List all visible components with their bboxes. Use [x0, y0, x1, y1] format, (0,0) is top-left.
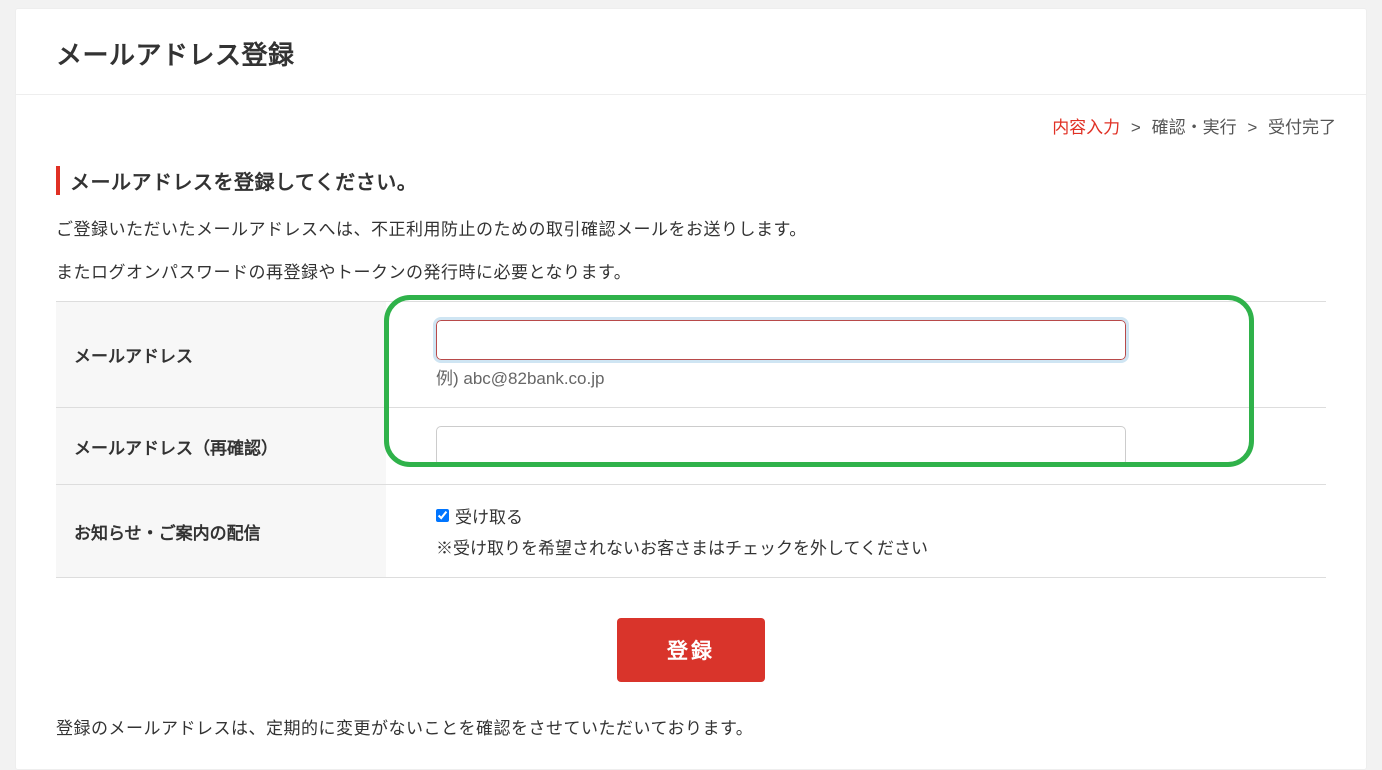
description-line-1: ご登録いただいたメールアドレスへは、不正利用防止のための取引確認メールをお送りし… — [56, 215, 1326, 240]
form-wrapper: メールアドレス 例) abc@82bank.co.jp メールアドレス（再確認）… — [56, 301, 1326, 578]
row-optin: お知らせ・ご案内の配信 受け取る ※受け取りを希望されないお客さまはチェックを外… — [56, 485, 1326, 578]
label-optin: お知らせ・ご案内の配信 — [56, 485, 386, 578]
content-area: メールアドレスを登録してください。 ご登録いただいたメールアドレスへは、不正利用… — [16, 146, 1366, 682]
email-confirm-input[interactable] — [436, 426, 1126, 466]
breadcrumb-sep: > — [1247, 118, 1257, 137]
breadcrumb-step-3: 受付完了 — [1268, 118, 1336, 137]
form-table: メールアドレス 例) abc@82bank.co.jp メールアドレス（再確認）… — [56, 301, 1326, 578]
submit-button[interactable]: 登録 — [617, 618, 765, 682]
row-email: メールアドレス 例) abc@82bank.co.jp — [56, 302, 1326, 408]
email-input[interactable] — [436, 320, 1126, 360]
form-card: メールアドレス登録 内容入力 > 確認・実行 > 受付完了 メールアドレスを登録… — [15, 8, 1367, 770]
breadcrumb-step-1: 内容入力 — [1052, 118, 1120, 137]
breadcrumb-step-2: 確認・実行 — [1152, 118, 1237, 137]
footer-note: 登録のメールアドレスは、定期的に変更がないことを確認をさせていただいております。 — [56, 714, 1326, 739]
email-hint: 例) abc@82bank.co.jp — [436, 364, 1296, 389]
label-email-confirm: メールアドレス（再確認） — [56, 408, 386, 485]
row-email-confirm: メールアドレス（再確認） — [56, 408, 1326, 485]
description-line-2: またログオンパスワードの再登録やトークンの発行時に必要となります。 — [56, 258, 1326, 283]
breadcrumb-sep: > — [1131, 118, 1141, 137]
page-title: メールアドレス登録 — [16, 9, 1366, 95]
optin-checkbox[interactable] — [436, 509, 449, 522]
optin-note: ※受け取りを希望されないお客さまはチェックを外してください — [436, 534, 1296, 559]
optin-checkbox-label: 受け取る — [455, 503, 523, 528]
section-heading: メールアドレスを登録してください。 — [56, 166, 1326, 195]
submit-area: 登録 — [56, 618, 1326, 682]
breadcrumb: 内容入力 > 確認・実行 > 受付完了 — [16, 95, 1366, 146]
label-email: メールアドレス — [56, 302, 386, 408]
